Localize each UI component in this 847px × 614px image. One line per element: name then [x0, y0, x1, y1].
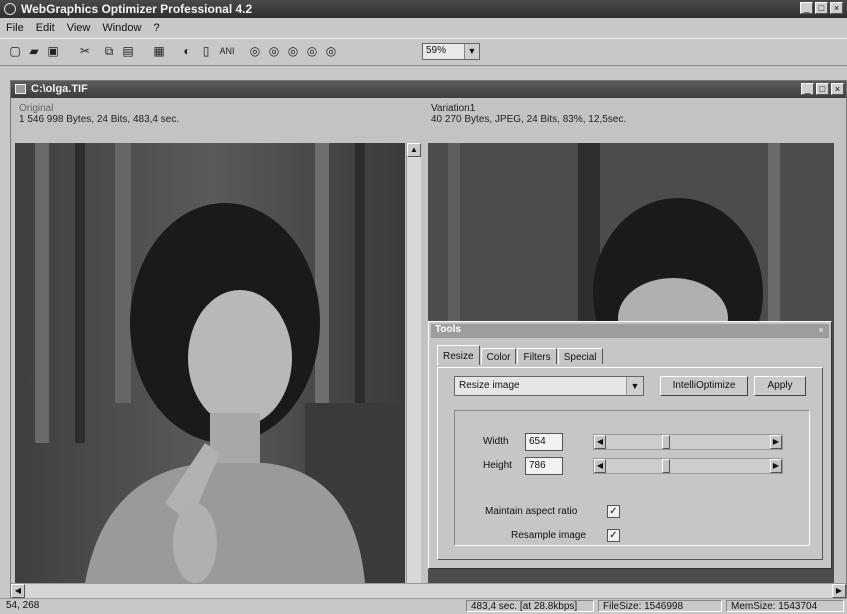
app-title: WebGraphics Optimizer Professional 4.2 — [21, 2, 253, 16]
tools-dialog: Tools × Resize Color Filters Special Res… — [428, 321, 832, 569]
size-group: Width 654 ◀ ▶ Height 786 ◀ ▶ Maintain as… — [454, 410, 810, 546]
tab-special[interactable]: Special — [557, 348, 603, 364]
chevron-down-icon[interactable]: ▼ — [464, 44, 479, 59]
width-field[interactable]: 654 — [525, 433, 563, 451]
resample-checkbox[interactable]: ✓ — [607, 529, 620, 542]
new-icon[interactable]: ▢ — [6, 43, 24, 60]
scroll-right-icon[interactable]: ▶ — [832, 584, 846, 598]
doc-minimize-button[interactable]: _ — [801, 83, 814, 95]
menu-file[interactable]: File — [0, 20, 30, 37]
menu-bar: File Edit View Window ? — [0, 20, 847, 37]
slider-left-icon[interactable]: ◀ — [594, 459, 606, 473]
resize-mode-select[interactable]: Resize image ▼ — [454, 376, 644, 396]
height-field[interactable]: 786 — [525, 457, 563, 475]
resample-label: Resample image — [511, 530, 587, 541]
intellioptimize-button[interactable]: IntelliOptimize — [660, 376, 748, 396]
status-memsize: MemSize: 1543704 — [726, 600, 844, 612]
horizontal-scrollbar[interactable]: ◀ ▶ — [11, 583, 846, 598]
toolbar: ▢ ▰ ▣ ✂ ⧉ ▤ ▦ ◐ ▯ ANI ◎ ◎ ◎ ◎ ◎ 59% ▼ — [0, 38, 847, 66]
scroll-up-icon[interactable]: ▲ — [407, 143, 421, 157]
maintain-aspect-checkbox[interactable]: ✓ — [607, 505, 620, 518]
maintain-aspect-label: Maintain aspect ratio — [485, 506, 578, 517]
status-filesize: FileSize: 1546998 — [598, 600, 722, 612]
width-slider[interactable]: ◀ ▶ — [593, 434, 783, 450]
document-window-controls: _ □ × — [801, 83, 844, 95]
tab-filters[interactable]: Filters — [517, 348, 557, 364]
dialog-tabs: Resize Color Filters Special — [437, 345, 604, 368]
ani-icon[interactable]: ANI — [218, 43, 236, 60]
status-coords: 54, 268 — [6, 600, 40, 611]
chevron-down-icon[interactable]: ▼ — [626, 377, 643, 395]
window-controls: _ □ × — [800, 2, 843, 14]
resize-mode-value: Resize image — [459, 380, 520, 391]
variation-info: 40 270 Bytes, JPEG, 24 Bits, 83%, 12,5se… — [431, 114, 627, 125]
app-window: WebGraphics Optimizer Professional 4.2 _… — [0, 0, 847, 614]
optimize-icon[interactable]: ◐ — [178, 43, 196, 60]
scroll-left-icon[interactable]: ◀ — [11, 584, 25, 598]
document-title: C:\olga.TIF — [31, 83, 88, 95]
original-info: 1 546 998 Bytes, 24 Bits, 483,4 sec. — [19, 114, 180, 125]
doc-close-button[interactable]: × — [831, 83, 844, 95]
menu-view[interactable]: View — [61, 20, 97, 37]
dialog-title-bar: Tools × — [431, 324, 829, 338]
copy-icon[interactable]: ⧉ — [100, 43, 118, 60]
dialog-close-icon[interactable]: × — [815, 325, 827, 336]
doc-maximize-button[interactable]: □ — [816, 83, 829, 95]
original-vertical-scrollbar[interactable]: ▲ — [406, 143, 421, 583]
save-icon[interactable]: ▣ — [44, 43, 62, 60]
close-button[interactable]: × — [830, 2, 843, 14]
original-label: Original — [19, 103, 54, 114]
slider-right-icon[interactable]: ▶ — [770, 459, 782, 473]
zoom-2-icon[interactable]: ◎ — [265, 43, 283, 60]
tab-resize[interactable]: Resize — [437, 345, 480, 365]
minimize-button[interactable]: _ — [800, 2, 813, 14]
zoom-3-icon[interactable]: ◎ — [284, 43, 302, 60]
apply-button[interactable]: Apply — [754, 376, 806, 396]
cut-icon[interactable]: ✂ — [76, 43, 94, 60]
slider-right-icon[interactable]: ▶ — [770, 435, 782, 449]
width-label: Width — [483, 436, 509, 447]
zoom-select[interactable]: 59% ▼ — [422, 43, 480, 60]
status-bar: 54, 268 483,4 sec. [at 28.8kbps] FileSiz… — [0, 598, 847, 614]
paste-icon[interactable]: ▤ — [119, 43, 137, 60]
print-icon[interactable]: ▯ — [197, 43, 215, 60]
zoom-5-icon[interactable]: ◎ — [322, 43, 340, 60]
batch-icon[interactable]: ▦ — [150, 43, 168, 60]
resize-panel: Resize image ▼ IntelliOptimize Apply Wid… — [437, 367, 823, 560]
open-icon[interactable]: ▰ — [25, 43, 43, 60]
height-slider-thumb[interactable] — [662, 459, 670, 473]
maximize-button[interactable]: □ — [815, 2, 828, 14]
height-slider[interactable]: ◀ ▶ — [593, 458, 783, 474]
width-slider-thumb[interactable] — [662, 435, 670, 449]
title-bar: WebGraphics Optimizer Professional 4.2 _… — [0, 0, 847, 18]
variation-pane-header: Variation1 40 270 Bytes, JPEG, 24 Bits, … — [431, 103, 831, 141]
slider-left-icon[interactable]: ◀ — [594, 435, 606, 449]
status-time: 483,4 sec. [at 28.8kbps] — [466, 600, 594, 612]
menu-window[interactable]: Window — [96, 20, 147, 37]
zoom-value: 59% — [426, 45, 447, 56]
menu-help[interactable]: ? — [147, 20, 165, 37]
image-icon — [15, 84, 26, 94]
tab-color[interactable]: Color — [480, 348, 517, 364]
document-title-bar: C:\olga.TIF _ □ × — [11, 81, 846, 98]
dialog-title: Tools — [435, 324, 461, 335]
height-label: Height — [483, 460, 512, 471]
zoom-1-icon[interactable]: ◎ — [246, 43, 264, 60]
zoom-4-icon[interactable]: ◎ — [303, 43, 321, 60]
original-image — [15, 143, 405, 583]
original-photo — [15, 143, 405, 583]
app-logo-icon — [4, 3, 16, 15]
original-pane-header: Original 1 546 998 Bytes, 24 Bits, 483,4… — [19, 103, 399, 141]
menu-edit[interactable]: Edit — [30, 20, 61, 37]
variation-label: Variation1 — [431, 103, 476, 114]
